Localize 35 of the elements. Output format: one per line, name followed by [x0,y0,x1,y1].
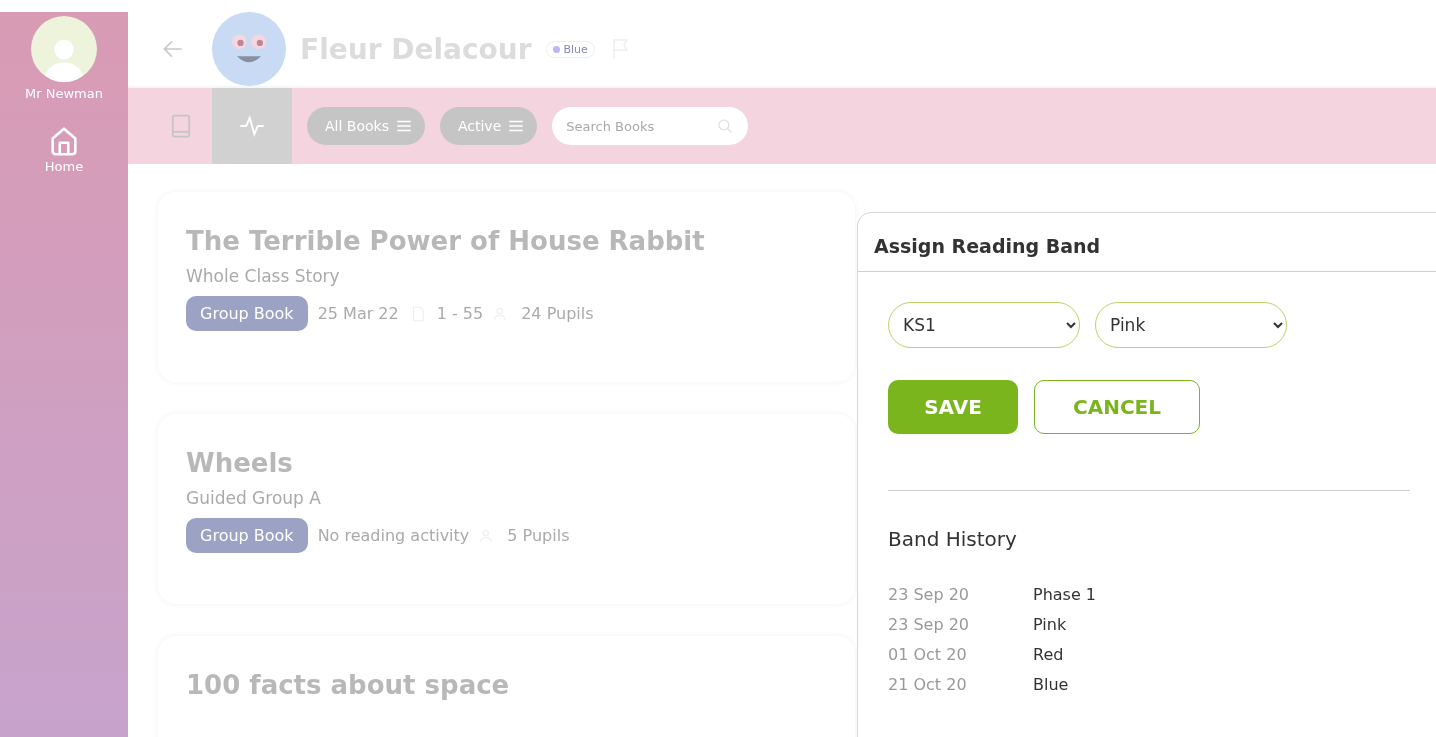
band-name: Blue [1033,675,1070,694]
search-field[interactable]: Search Books [552,107,749,145]
activity-tab[interactable] [212,88,292,164]
activity-status: No reading activity [317,526,470,545]
book-card[interactable]: The Terrible Power of House Rabbit Whole Class Story Group Book 25 Mar 22 1 - 55 24 Pupils [158,192,855,382]
group-name: Whole Class Story [186,266,341,286]
book-card[interactable]: Wheels Guided Group A Group Book No reading activity 5 Pupils [158,414,855,604]
book-date: 25 Mar 22 [317,304,399,323]
filter-dropdown[interactable]: All Books [307,107,425,145]
book-type-tag: Group Book [186,296,308,331]
group-name: Guided Group A [186,488,322,508]
band-select[interactable]: KS1 [888,302,1080,348]
panel-title: Assign Reading Band [858,213,1436,272]
section-heading: Band History [888,527,1018,551]
history-date: 23 Sep 20 [888,585,971,604]
user-name: Mr Newman [25,86,103,101]
band-name: Phase 1 [1033,585,1097,604]
band-name: Pink [1033,615,1068,634]
filter-dropdown[interactable]: Active [439,107,538,145]
home-nav-item[interactable]: Home [40,119,88,178]
history-date: 23 Sep 20 [888,615,971,634]
save-button[interactable]: SAVE [888,380,1018,434]
band-select[interactable]: Pink [1095,302,1287,348]
book-card[interactable]: 100 facts about space [158,636,855,737]
history-date: 21 Oct 20 [888,675,968,694]
cancel-button[interactable]: CANCEL [1034,380,1200,434]
band-name: Red [1033,645,1065,664]
book-title: The Terrible Power of House Rabbit [186,226,706,256]
pupil-count: 24 Pupils [521,304,594,323]
pupil-count: 5 Pupils [507,526,570,545]
book-type-tag: Group Book [186,518,308,553]
book-title: 100 facts about space [186,670,511,700]
history-date: 01 Oct 20 [888,645,968,664]
page-range: 1 - 55 [436,304,484,323]
book-title: Wheels [186,448,294,478]
